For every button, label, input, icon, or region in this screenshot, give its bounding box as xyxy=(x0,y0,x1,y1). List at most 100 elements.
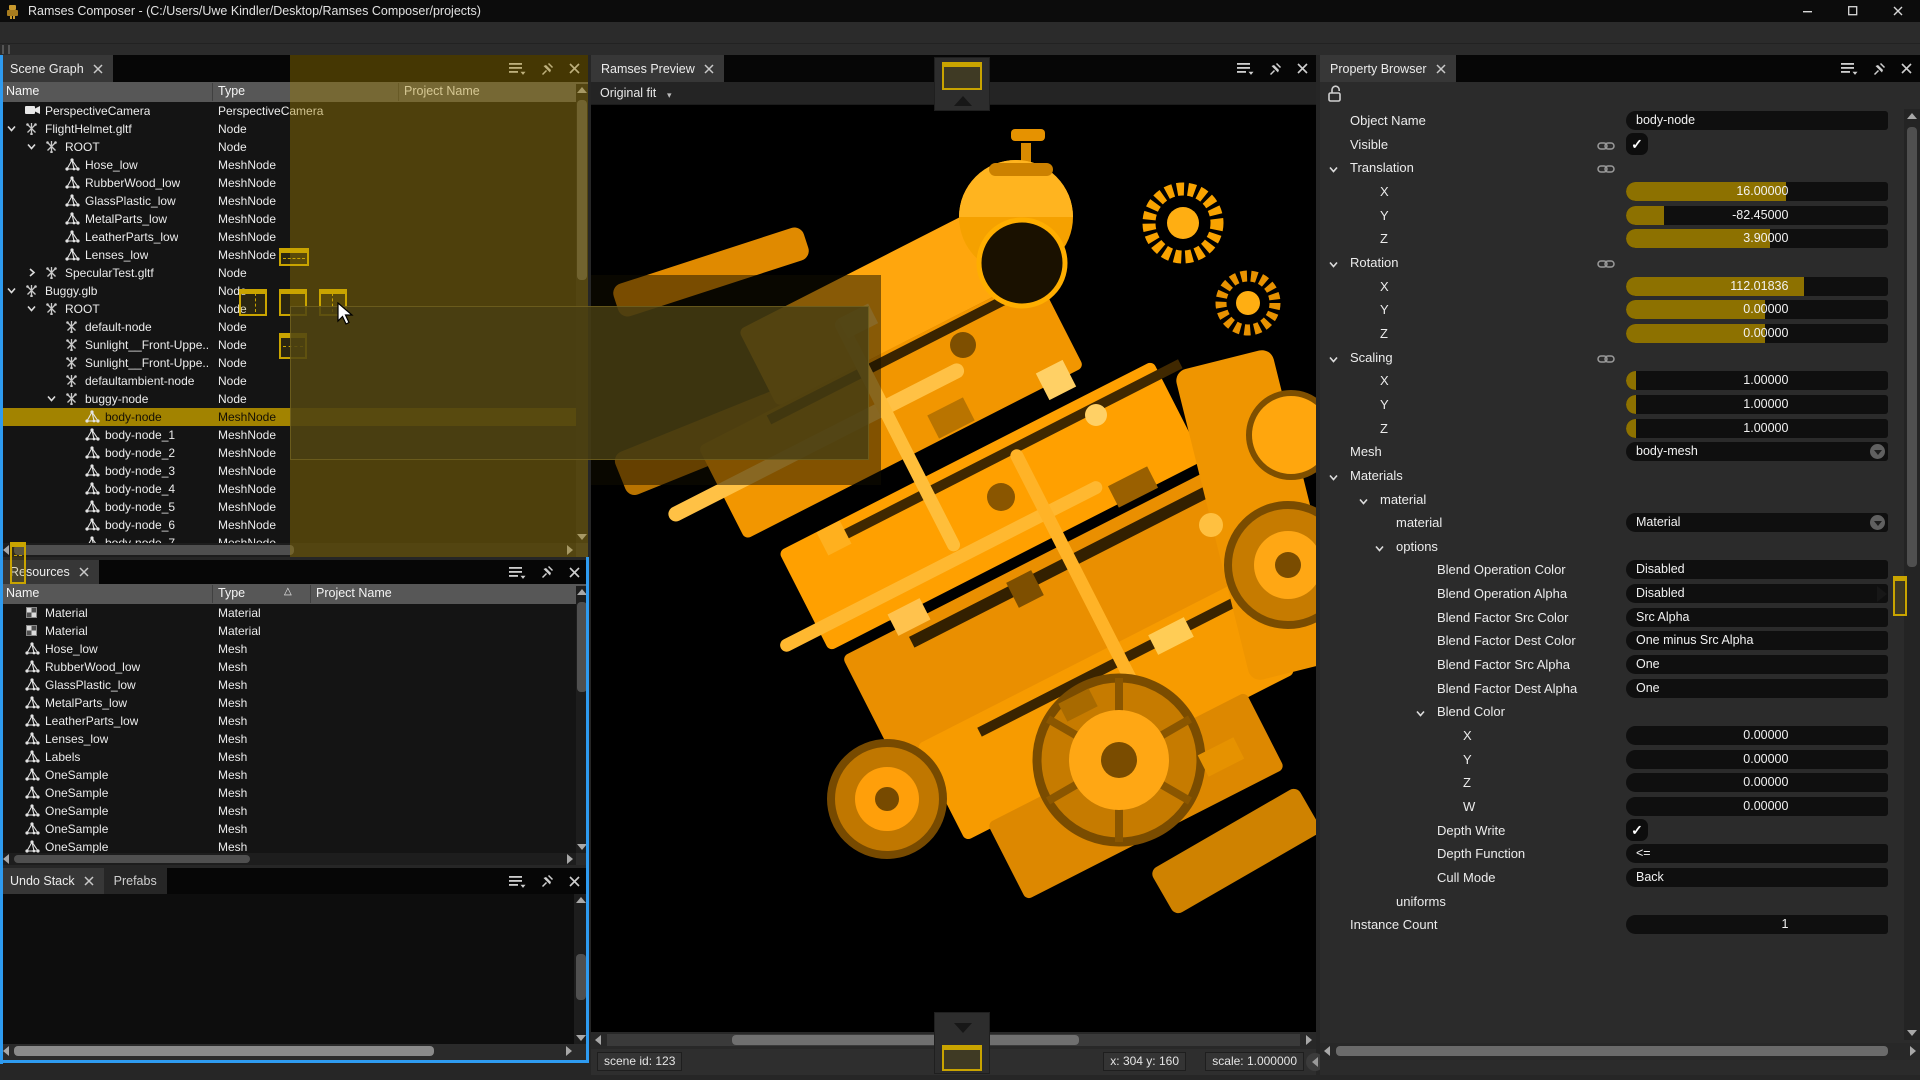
close-icon[interactable] xyxy=(93,64,103,74)
property-row[interactable]: Instance Count 1 xyxy=(1320,913,1904,937)
chevron-down-icon[interactable] xyxy=(1320,801,1332,813)
chevron-down-icon[interactable] xyxy=(1358,494,1370,506)
link-icon[interactable] xyxy=(1597,754,1615,766)
list-item[interactable]: OneSample Mesh xyxy=(0,784,576,802)
close-icon[interactable] xyxy=(1297,63,1308,74)
link-icon[interactable] xyxy=(1597,517,1615,529)
chevron-down-icon[interactable] xyxy=(1328,352,1340,364)
property-row[interactable]: Z 1.00000 xyxy=(1320,417,1904,441)
link-icon[interactable] xyxy=(1597,139,1615,151)
expander-icon[interactable] xyxy=(6,123,18,135)
list-item[interactable]: Labels Mesh xyxy=(0,748,576,766)
property-row[interactable]: options xyxy=(1320,535,1904,559)
property-vscrollbar[interactable] xyxy=(1904,109,1920,1040)
property-row[interactable]: X 1.00000 xyxy=(1320,369,1904,393)
expander-icon[interactable] xyxy=(46,195,58,207)
chevron-down-icon[interactable] xyxy=(1415,706,1427,718)
property-row[interactable]: Cull Mode Back xyxy=(1320,866,1904,890)
column-name[interactable]: Name xyxy=(6,84,39,98)
expander-icon[interactable] xyxy=(66,501,78,513)
chevron-down-icon[interactable] xyxy=(1320,375,1332,387)
close-button[interactable] xyxy=(1875,0,1920,22)
list-item[interactable]: GlassPlastic_low Mesh xyxy=(0,676,576,694)
chevron-down-icon[interactable] xyxy=(1320,517,1332,529)
panel-menu-icon[interactable] xyxy=(509,566,526,579)
property-row[interactable]: Z 0.00000 xyxy=(1320,771,1904,795)
dropdown-field[interactable]: One xyxy=(1626,655,1888,674)
property-row[interactable]: Blend Factor Dest Color One minus Src Al… xyxy=(1320,629,1904,653)
link-icon[interactable] xyxy=(1597,233,1615,245)
property-row[interactable]: Blend Color xyxy=(1320,700,1904,724)
chevron-down-icon[interactable] xyxy=(1320,399,1332,411)
close-icon[interactable] xyxy=(569,567,580,578)
property-row[interactable]: Z 0.00000 xyxy=(1320,322,1904,346)
chevron-down-icon[interactable] xyxy=(1320,186,1332,198)
link-icon[interactable] xyxy=(1597,825,1615,837)
chevron-down-icon[interactable] xyxy=(1320,612,1332,624)
checkbox[interactable]: ✓ xyxy=(1626,819,1648,841)
chevron-down-icon[interactable] xyxy=(1320,659,1332,671)
panel-menu-icon[interactable] xyxy=(509,875,526,888)
chevron-down-icon[interactable] xyxy=(1320,683,1332,695)
chevron-down-icon[interactable] xyxy=(1320,919,1332,931)
value-field[interactable]: 0.00000 xyxy=(1626,726,1888,745)
link-icon[interactable] xyxy=(1597,494,1615,506)
link-icon[interactable] xyxy=(1597,328,1615,340)
link-icon[interactable] xyxy=(1597,257,1615,269)
property-row[interactable]: Blend Factor Src Alpha One xyxy=(1320,653,1904,677)
link-icon[interactable] xyxy=(1597,162,1615,174)
property-row[interactable]: X 16.00000 xyxy=(1320,180,1904,204)
column-project-name[interactable]: Project Name xyxy=(316,586,392,600)
link-icon[interactable] xyxy=(1597,777,1615,789)
link-icon[interactable] xyxy=(1597,872,1615,884)
panel-menu-icon[interactable] xyxy=(1841,62,1858,75)
minimize-button[interactable] xyxy=(1785,0,1830,22)
pin-icon[interactable] xyxy=(1873,62,1886,76)
tab-ramses-preview[interactable]: Ramses Preview xyxy=(591,55,724,82)
lock-icon[interactable] xyxy=(1327,85,1343,108)
column-type[interactable]: Type xyxy=(218,84,245,98)
link-icon[interactable] xyxy=(1597,115,1615,127)
link-icon[interactable] xyxy=(1597,210,1615,222)
chevron-down-icon[interactable] xyxy=(1320,115,1332,127)
property-row[interactable]: Depth Write ✓ xyxy=(1320,819,1904,843)
expander-icon[interactable] xyxy=(46,231,58,243)
expander-icon[interactable] xyxy=(66,429,78,441)
value-field[interactable]: 0.00000 xyxy=(1626,797,1888,816)
link-icon[interactable] xyxy=(1597,564,1615,576)
link-icon[interactable] xyxy=(1597,919,1615,931)
dropdown-field[interactable]: Disabled xyxy=(1626,584,1888,603)
link-icon[interactable] xyxy=(1597,683,1615,695)
chevron-down-icon[interactable] xyxy=(1320,139,1332,151)
link-icon[interactable] xyxy=(1597,896,1615,908)
expander-icon[interactable] xyxy=(46,213,58,225)
chevron-down-icon[interactable] xyxy=(1320,233,1332,245)
property-row[interactable]: Materials xyxy=(1320,464,1904,488)
link-icon[interactable] xyxy=(1597,304,1615,316)
property-row[interactable]: material Material xyxy=(1320,511,1904,535)
chevron-down-icon[interactable] xyxy=(1328,257,1340,269)
property-row[interactable]: Y 1.00000 xyxy=(1320,393,1904,417)
property-row[interactable]: Mesh body-mesh xyxy=(1320,440,1904,464)
chevron-down-icon[interactable] xyxy=(1320,635,1332,647)
chevron-down-icon[interactable] xyxy=(1320,730,1332,742)
column-type[interactable]: Type xyxy=(218,586,245,600)
property-row[interactable]: Y -82.45000 xyxy=(1320,204,1904,228)
expander-icon[interactable] xyxy=(46,339,58,351)
chevron-down-icon[interactable] xyxy=(1328,470,1340,482)
list-item[interactable]: OneSample Mesh xyxy=(0,766,576,784)
chevron-down-icon[interactable] xyxy=(1320,564,1332,576)
chevron-down-icon[interactable] xyxy=(1320,423,1332,435)
dropdown-field[interactable]: Src Alpha xyxy=(1626,608,1888,627)
chevron-down-icon[interactable] xyxy=(1320,754,1332,766)
property-row[interactable]: Blend Operation Alpha Disabled xyxy=(1320,582,1904,606)
link-icon[interactable] xyxy=(1597,730,1615,742)
expander-icon[interactable] xyxy=(66,411,78,423)
chevron-down-icon[interactable] xyxy=(1320,281,1332,293)
link-icon[interactable] xyxy=(1597,706,1615,718)
chevron-down-icon[interactable] xyxy=(1320,328,1332,340)
link-icon[interactable] xyxy=(1597,399,1615,411)
dropdown-field[interactable]: Disabled xyxy=(1626,560,1888,579)
expander-icon[interactable] xyxy=(46,159,58,171)
list-item[interactable]: Hose_low Mesh xyxy=(0,640,576,658)
